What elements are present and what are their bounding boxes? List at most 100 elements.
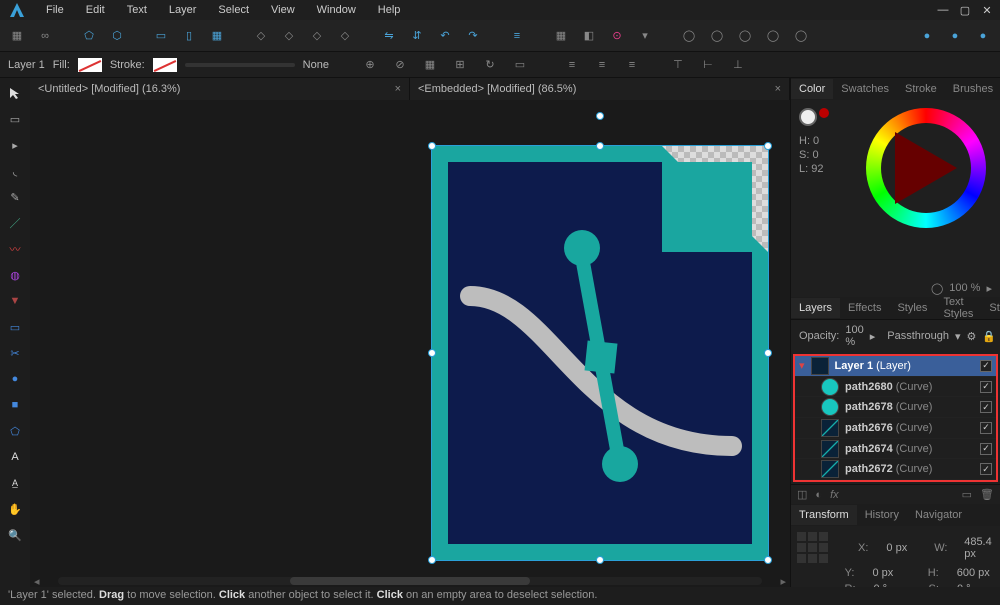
fg-color[interactable] (799, 108, 817, 126)
ctx-al3-icon[interactable]: ≡ (621, 54, 643, 76)
layer-expand-icon[interactable]: ▾ (799, 359, 805, 372)
fx-del-icon[interactable]: 🗑 (980, 488, 994, 501)
tab-brushes[interactable]: Brushes (945, 79, 1000, 99)
tab-history[interactable]: History (857, 505, 907, 525)
fill-tool[interactable]: ◍ (6, 266, 24, 284)
magnet-icon[interactable]: ⊙ (606, 25, 628, 47)
h-value[interactable]: 600 px (957, 567, 994, 579)
bool3-icon[interactable]: ◯ (734, 25, 756, 47)
menu-file[interactable]: File (36, 2, 74, 18)
shape-ellipse-tool[interactable]: ■ (6, 396, 24, 414)
ctx-i1-icon[interactable]: ⊕ (359, 54, 381, 76)
close-button[interactable]: ✕ (980, 4, 994, 17)
layer-row-0[interactable]: ▾Layer 1 (Layer)✓ (795, 356, 996, 377)
tab-stock[interactable]: Stock (981, 298, 1000, 318)
crop-tool[interactable]: ✂ (6, 344, 24, 362)
handle-bl[interactable] (428, 556, 436, 564)
handle-bc[interactable] (596, 556, 604, 564)
stroke-width-slider[interactable] (185, 63, 295, 67)
grid-icon[interactable]: ▦ (6, 25, 28, 47)
align-grid-icon[interactable]: ▦ (206, 25, 228, 47)
view2-icon[interactable]: ● (944, 25, 966, 47)
layer-visible-checkbox[interactable]: ✓ (980, 360, 992, 372)
ctx-va3-icon[interactable]: ⊥ (727, 54, 749, 76)
pencil-tool[interactable]: ／ (6, 214, 24, 232)
menu-layer[interactable]: Layer (159, 2, 207, 18)
fx-adj-icon[interactable]: ◐ (815, 489, 822, 501)
layer-row-3[interactable]: path2676 (Curve)✓ (795, 418, 996, 439)
handle-tr[interactable] (764, 142, 772, 150)
snap2-icon[interactable]: ◧ (578, 25, 600, 47)
y-value[interactable]: 0 px (872, 567, 909, 579)
minimize-button[interactable]: — (936, 4, 950, 17)
anchor-grid[interactable] (797, 532, 828, 563)
zoom-tool[interactable]: 🔍 (6, 526, 24, 544)
ctx-i5-icon[interactable]: ↻ (479, 54, 501, 76)
bg-color[interactable] (819, 108, 829, 118)
align-h-icon[interactable]: ▭ (150, 25, 172, 47)
layer-visible-checkbox[interactable]: ✓ (980, 422, 992, 434)
layer-row-4[interactable]: path2674 (Curve)✓ (795, 439, 996, 460)
w-value[interactable]: 485.4 px (964, 536, 994, 560)
document-tab-1[interactable]: <Untitled> [Modified] (16.3%) × (30, 78, 410, 100)
bool1-icon[interactable]: ◯ (678, 25, 700, 47)
flip-v-icon[interactable]: ⇵ (406, 25, 428, 47)
blend-mode[interactable]: Passthrough (887, 330, 949, 342)
share-icon[interactable]: ∞ (34, 25, 56, 47)
rotate-r-icon[interactable]: ↷ (462, 25, 484, 47)
opacity-value[interactable]: 100 % (845, 324, 863, 348)
fx-mask-icon[interactable]: ◫ (797, 488, 807, 501)
shape-rect-tool[interactable]: ● (6, 370, 24, 388)
tab-color[interactable]: Color (791, 79, 833, 99)
close-tab-2-icon[interactable]: × (775, 83, 781, 95)
view3-icon[interactable]: ● (972, 25, 994, 47)
snap-dd-icon[interactable]: ▾ (634, 25, 656, 47)
x-value[interactable]: 0 px (886, 542, 916, 554)
layer-visible-checkbox[interactable]: ✓ (980, 401, 992, 413)
handle-ml[interactable] (428, 349, 436, 357)
tab-styles[interactable]: Styles (889, 298, 935, 318)
op1-icon[interactable]: ◇ (250, 25, 272, 47)
bool4-icon[interactable]: ◯ (762, 25, 784, 47)
text-tool[interactable]: A (6, 448, 24, 466)
ctx-i3-icon[interactable]: ▦ (419, 54, 441, 76)
op3-icon[interactable]: ◇ (306, 25, 328, 47)
scroll-thumb[interactable] (290, 577, 530, 585)
flip-h-icon[interactable]: ⇋ (378, 25, 400, 47)
ctx-al2-icon[interactable]: ≡ (591, 54, 613, 76)
lock-icon[interactable]: 🔒 (982, 330, 996, 343)
canvas-right[interactable] (410, 100, 790, 605)
menu-edit[interactable]: Edit (76, 2, 115, 18)
canvas-left[interactable] (30, 100, 410, 605)
tab-layers[interactable]: Layers (791, 298, 840, 318)
bool5-icon[interactable]: ◯ (790, 25, 812, 47)
tab-swatches[interactable]: Swatches (833, 79, 897, 99)
ctx-i4-icon[interactable]: ⊞ (449, 54, 471, 76)
fx-fx-icon[interactable]: fx (830, 489, 839, 501)
color-wheel[interactable] (866, 108, 986, 228)
horizontal-scrollbar[interactable]: ◂ ▸ (30, 575, 790, 587)
brush-tool[interactable]: 〰 (6, 240, 24, 258)
handle-tl[interactable] (428, 142, 436, 150)
arrange-icon[interactable]: ≡ (506, 25, 528, 47)
menu-text[interactable]: Text (117, 2, 157, 18)
maximize-button[interactable]: ▢ (958, 4, 972, 17)
ctx-va2-icon[interactable]: ⊢ (697, 54, 719, 76)
menu-select[interactable]: Select (208, 2, 259, 18)
menu-help[interactable]: Help (368, 2, 411, 18)
document-tab-2[interactable]: <Embedded> [Modified] (86.5%) × (410, 78, 790, 100)
shape-poly-tool[interactable]: ⬠ (6, 422, 24, 440)
tab-navigator[interactable]: Navigator (907, 505, 970, 525)
artboard-tool[interactable]: ▭ (6, 110, 24, 128)
layer-row-5[interactable]: path2672 (Curve)✓ (795, 459, 996, 480)
fill-swatch[interactable] (78, 58, 102, 72)
layer-visible-checkbox[interactable]: ✓ (980, 381, 992, 393)
handle-mr[interactable] (764, 349, 772, 357)
layer-visible-checkbox[interactable]: ✓ (980, 443, 992, 455)
pen-tool[interactable]: ✎ (6, 188, 24, 206)
layer-row-1[interactable]: path2680 (Curve)✓ (795, 377, 996, 398)
close-tab-1-icon[interactable]: × (395, 83, 401, 95)
ctx-i6-icon[interactable]: ▭ (509, 54, 531, 76)
shape-icon[interactable]: ⬠ (78, 25, 100, 47)
scroll-right-icon[interactable]: ▸ (776, 575, 790, 588)
